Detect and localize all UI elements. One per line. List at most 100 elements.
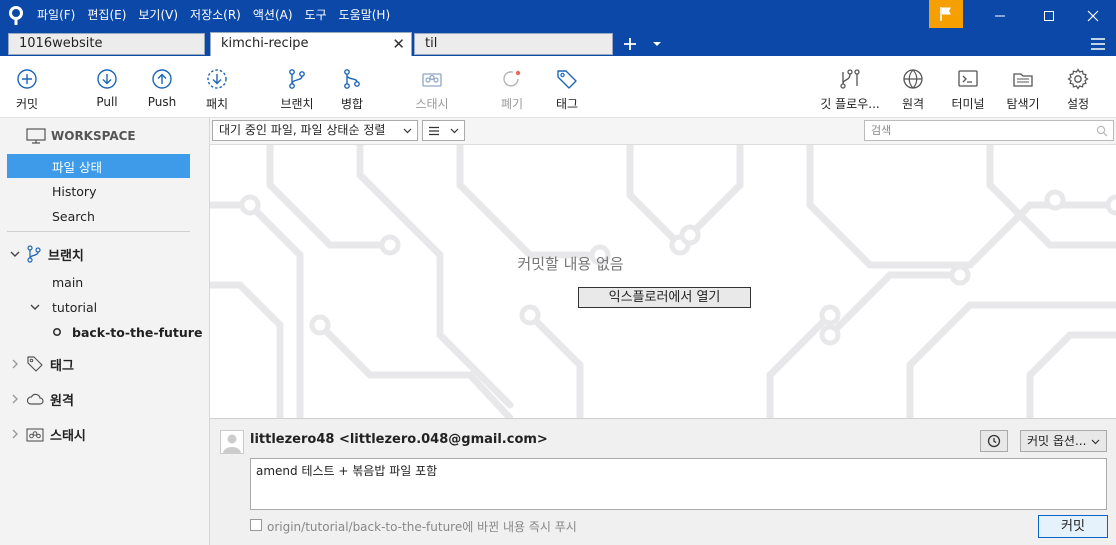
sidebar-item-history[interactable]: History xyxy=(0,179,209,203)
folder-icon xyxy=(1013,73,1033,87)
push-immediately-label: origin/tutorial/back-to-the-future에 바뀐 내… xyxy=(267,520,577,534)
commit-author: littlezero48 <littlezero.048@gmail.com> xyxy=(250,432,548,447)
tab-list-dropdown[interactable] xyxy=(648,31,666,56)
chevron-right-icon xyxy=(12,429,18,439)
minimize-button[interactable] xyxy=(977,0,1023,31)
commit-options-dropdown[interactable]: 커밋 옵션... xyxy=(1020,430,1107,452)
sidebar-item-branch-back-to-the-future[interactable]: back-to-the-future xyxy=(0,320,209,344)
menu-tools[interactable]: 도구 xyxy=(299,0,333,31)
tab-1016website[interactable]: 1016website xyxy=(8,33,205,55)
globe-icon xyxy=(903,69,923,89)
tag-button[interactable]: 태그 xyxy=(537,56,597,118)
push-immediately-checkbox[interactable] xyxy=(250,519,262,531)
tab-label: 1016website xyxy=(19,36,103,51)
maximize-button[interactable] xyxy=(1026,0,1072,31)
file-status-filter-dropdown[interactable]: 대기 중인 파일, 파일 상태순 정렬 xyxy=(212,120,418,141)
chevron-down-icon xyxy=(10,251,20,257)
chevron-down-icon xyxy=(450,128,459,134)
monitor-icon xyxy=(26,128,46,144)
sidebar-item-file-status[interactable]: 파일 상태 xyxy=(7,154,190,178)
branch-icon xyxy=(27,245,41,263)
remote-button[interactable]: 원격 xyxy=(883,56,943,118)
minimize-icon xyxy=(995,15,1005,16)
push-button[interactable]: Push xyxy=(132,56,192,118)
tab-kimchi-recipe[interactable]: kimchi-recipe ✕ xyxy=(210,32,412,56)
tab-label: kimchi-recipe xyxy=(221,36,309,51)
commit-plus-icon xyxy=(17,69,37,89)
close-icon xyxy=(1087,10,1099,21)
chevron-right-icon xyxy=(12,394,18,404)
discard-button[interactable]: 폐기 xyxy=(482,56,542,118)
commit-history-button[interactable] xyxy=(980,430,1008,452)
title-bar: 파일(F) 편집(E) 보기(V) 저장소(R) 액션(A) 도구 도움말(H) xyxy=(0,0,1116,31)
branch-icon xyxy=(289,69,305,89)
no-changes-message: 커밋할 내용 없음 xyxy=(517,255,624,273)
tab-bar: 1016website kimchi-recipe ✕ til xyxy=(0,31,1116,56)
patch-icon xyxy=(207,69,227,89)
notification-flag-button[interactable] xyxy=(929,0,963,28)
menu-file[interactable]: 파일(F) xyxy=(31,0,81,31)
tag-icon xyxy=(27,356,43,372)
plus-icon xyxy=(624,37,636,50)
git-flow-icon xyxy=(840,69,860,89)
pull-arrow-down-icon xyxy=(97,69,117,89)
explorer-button[interactable]: 탐색기 xyxy=(993,56,1053,118)
menu-help[interactable]: 도움말(H) xyxy=(333,0,397,31)
sidebar-item-search[interactable]: Search xyxy=(0,204,209,228)
commit-panel: littlezero48 <littlezero.048@gmail.com> … xyxy=(210,418,1116,545)
terminal-button[interactable]: 터미널 xyxy=(938,56,998,118)
commit-submit-button[interactable]: 커밋 xyxy=(1038,515,1108,538)
patch-button[interactable]: 패치 xyxy=(187,56,247,118)
chevron-down-icon xyxy=(30,304,40,310)
user-silhouette-icon xyxy=(223,434,241,453)
open-in-explorer-button[interactable]: 익스플로러에서 열기 xyxy=(578,287,751,308)
chevron-right-icon xyxy=(12,359,18,369)
circuit-background-decoration xyxy=(210,145,1116,418)
sidebar: WORKSPACE 파일 상태 History Search 브랜치 main … xyxy=(0,118,210,545)
file-filter-bar: 대기 중인 파일, 파일 상태순 정렬 검색 xyxy=(210,118,1116,145)
commit-message-input[interactable]: amend 테스트 + 볶음밥 파일 포함 xyxy=(250,458,1107,510)
sourcetree-logo-icon xyxy=(0,0,31,31)
push-arrow-up-icon xyxy=(152,69,172,89)
search-icon xyxy=(1096,125,1108,137)
sidebar-section-branches[interactable]: 브랜치 xyxy=(0,242,209,266)
tab-close-icon[interactable]: ✕ xyxy=(392,33,405,55)
tag-icon xyxy=(557,70,577,89)
search-input[interactable]: 검색 xyxy=(864,120,1114,141)
pull-button[interactable]: Pull xyxy=(77,56,137,118)
git-flow-button[interactable]: 깃 플로우... xyxy=(820,56,880,118)
current-branch-dot-icon xyxy=(52,327,62,337)
discard-icon xyxy=(503,70,521,87)
menu-view[interactable]: 보기(V) xyxy=(132,0,184,31)
stash-button[interactable]: 스태시 xyxy=(402,56,462,118)
menu-actions[interactable]: 액션(A) xyxy=(247,0,299,31)
sidebar-item-branch-main[interactable]: main xyxy=(0,270,209,294)
sidebar-section-tags[interactable]: 태그 xyxy=(0,352,209,376)
list-view-icon xyxy=(429,126,439,136)
sidebar-section-stashes[interactable]: 스태시 xyxy=(0,422,209,446)
tab-til[interactable]: til xyxy=(414,33,613,55)
menu-edit[interactable]: 편집(E) xyxy=(81,0,132,31)
sidebar-item-branch-tutorial[interactable]: tutorial xyxy=(0,295,209,319)
workspace-header: WORKSPACE xyxy=(0,124,209,148)
menu-repository[interactable]: 저장소(R) xyxy=(184,0,247,31)
merge-button[interactable]: 병합 xyxy=(322,56,382,118)
clock-icon xyxy=(987,434,1001,448)
branch-button[interactable]: 브랜치 xyxy=(267,56,327,118)
commit-button[interactable]: 커밋 xyxy=(0,56,57,118)
view-mode-dropdown[interactable] xyxy=(422,120,465,141)
add-tab-button[interactable] xyxy=(619,31,641,56)
gear-icon xyxy=(1067,68,1089,90)
menu-bar: 파일(F) 편집(E) 보기(V) 저장소(R) 액션(A) 도구 도움말(H) xyxy=(31,0,396,31)
stash-icon xyxy=(422,73,442,87)
settings-button[interactable]: 설정 xyxy=(1048,56,1108,118)
stash-icon xyxy=(26,428,44,442)
sidebar-section-remotes[interactable]: 원격 xyxy=(0,387,209,411)
avatar xyxy=(220,430,244,454)
maximize-icon xyxy=(1044,10,1054,21)
hamburger-menu-button[interactable] xyxy=(1088,31,1108,56)
cloud-icon xyxy=(26,393,44,405)
caret-down-icon xyxy=(653,41,661,46)
close-window-button[interactable] xyxy=(1070,0,1116,31)
toolbar: 커밋 Pull Push 패치 브랜치 병합 스태시 폐기 태그 깃 플로우..… xyxy=(0,56,1116,118)
